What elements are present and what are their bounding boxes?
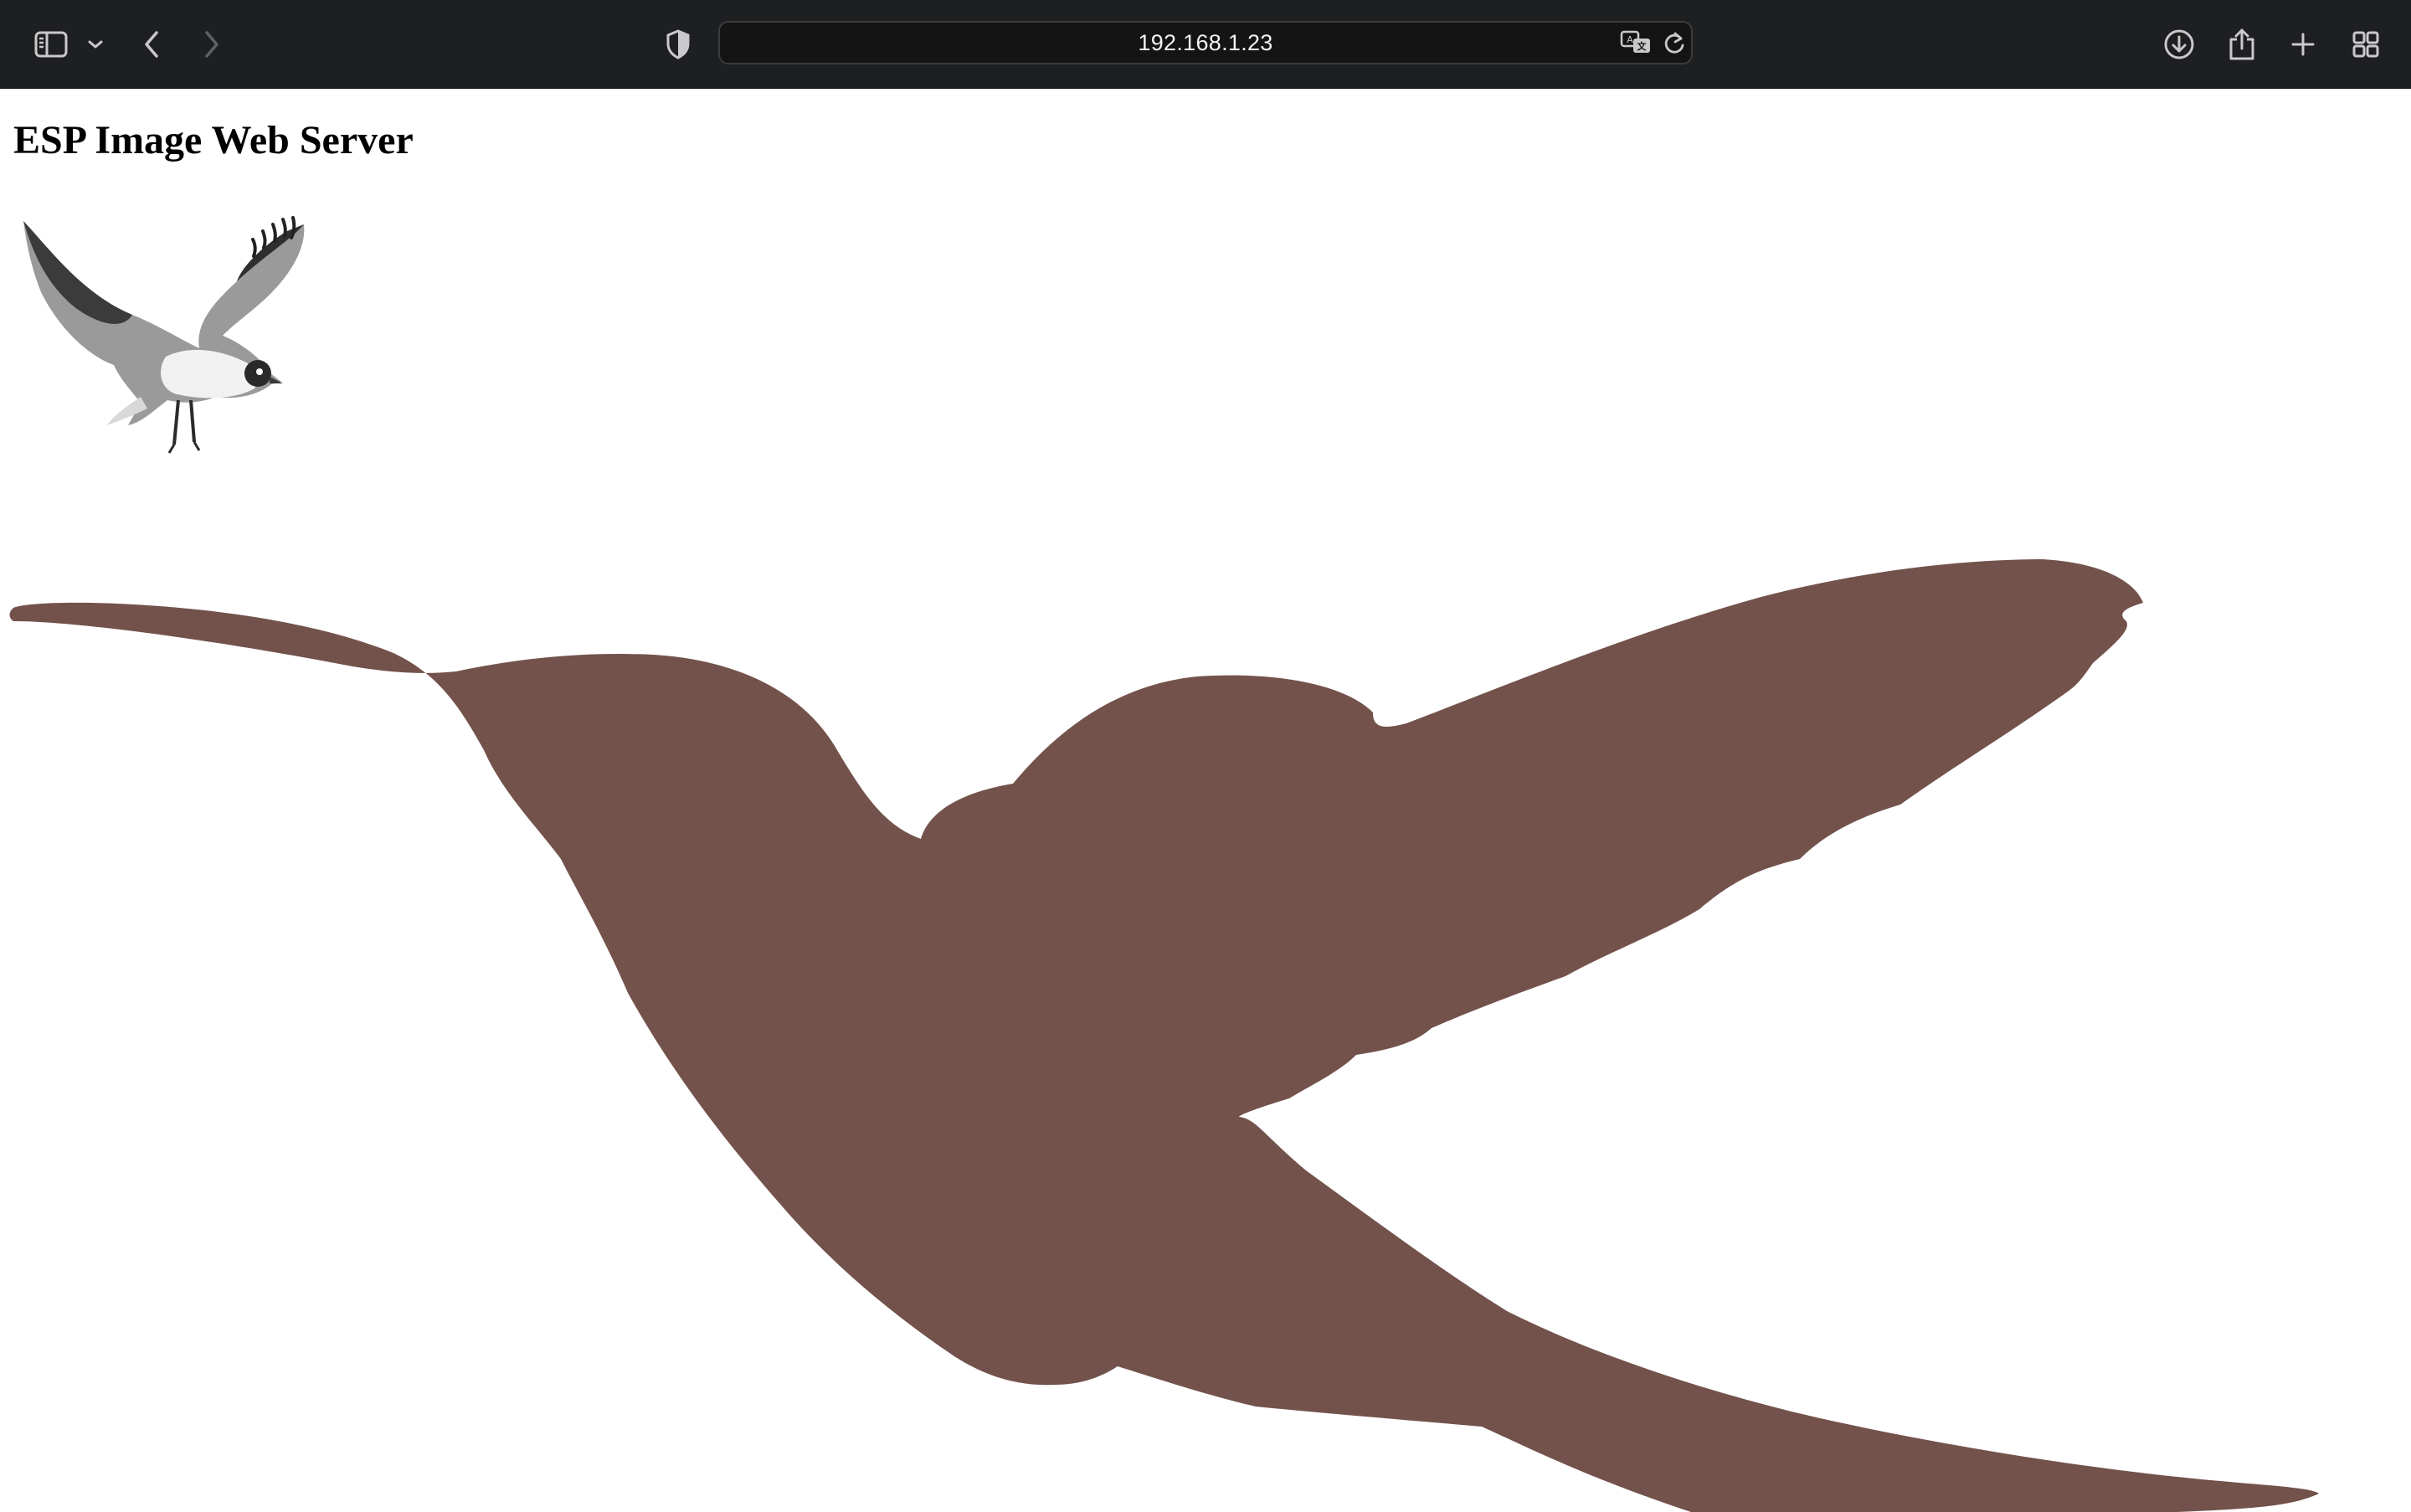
svg-text:文: 文 <box>1637 40 1648 52</box>
shield-icon <box>666 29 691 59</box>
forward-button[interactable] <box>186 18 238 70</box>
chevron-left-icon <box>142 30 161 59</box>
reload-icon <box>1663 31 1685 59</box>
new-tab-button[interactable] <box>2277 18 2329 70</box>
privacy-report-button[interactable] <box>652 18 704 70</box>
downloads-button[interactable] <box>2153 18 2205 70</box>
page-content: ESP Image Web Server <box>0 89 2411 1512</box>
translate-icon: A 文 <box>1620 30 1652 59</box>
chevron-right-icon <box>203 30 221 59</box>
translate-button[interactable]: A 文 <box>1619 28 1653 61</box>
reload-button[interactable] <box>1658 28 1691 61</box>
sidebar-toggle-button[interactable] <box>25 18 77 70</box>
share-icon <box>2229 28 2255 61</box>
chevron-down-icon <box>88 39 103 49</box>
hummingbird-silhouette-image <box>9 559 2319 1512</box>
seagull-image <box>23 216 305 454</box>
share-button[interactable] <box>2216 18 2268 70</box>
sidebar-menu-button[interactable] <box>79 18 112 70</box>
plus-icon <box>2290 32 2316 57</box>
svg-text:A: A <box>1627 34 1633 45</box>
download-icon <box>2163 28 2195 60</box>
page-heading: ESP Image Web Server <box>13 118 414 162</box>
tab-overview-button[interactable] <box>2340 18 2392 70</box>
back-button[interactable] <box>126 18 177 70</box>
browser-toolbar: 192.168.1.23 A 文 <box>0 0 2411 89</box>
sidebar-icon <box>34 31 68 58</box>
tab-overview-icon <box>2352 31 2379 58</box>
address-text[interactable]: 192.168.1.23 <box>720 23 1691 63</box>
address-bar[interactable]: 192.168.1.23 A 文 <box>718 21 1693 64</box>
